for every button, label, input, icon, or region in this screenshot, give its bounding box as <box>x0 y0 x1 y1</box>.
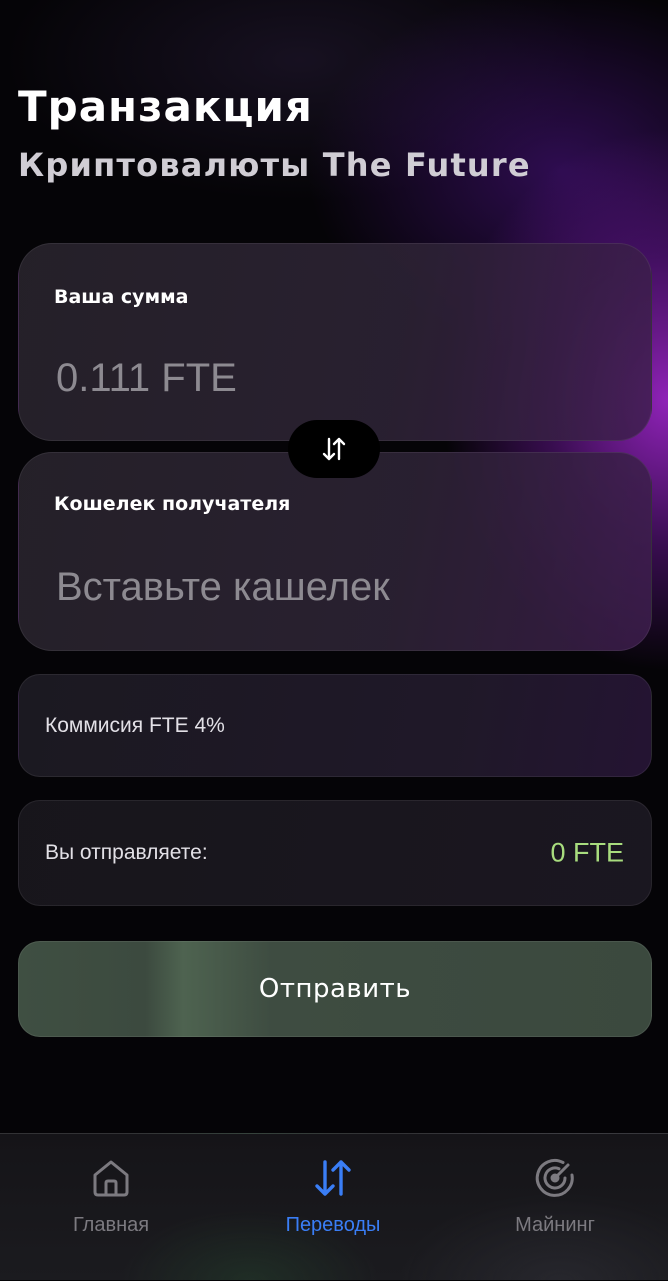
commission-row: Коммисия FTE 4% <box>18 674 652 777</box>
wallet-label: Кошелек получателя <box>54 493 291 515</box>
commission-text: Коммисия FTE 4% <box>45 713 225 737</box>
nav-item-home[interactable]: Главная <box>0 1134 222 1281</box>
amount-card: Ваша сумма <box>18 243 652 441</box>
nav-label-transfers: Переводы <box>285 1214 381 1236</box>
page-title: Транзакция <box>18 82 313 131</box>
send-summary-value: 0 FTE <box>550 837 624 868</box>
amount-label: Ваша сумма <box>54 286 189 308</box>
transfer-icon <box>315 1160 351 1196</box>
amount-input[interactable] <box>56 348 616 408</box>
wallet-input[interactable] <box>56 557 616 617</box>
home-icon <box>93 1160 129 1197</box>
radar-icon <box>535 1159 574 1197</box>
wallet-card: Кошелек получателя <box>18 452 652 651</box>
nav-label-mining: Майнинг <box>515 1214 595 1236</box>
nav-item-transfers[interactable]: Переводы <box>222 1134 444 1281</box>
swap-vertical-icon <box>322 437 346 461</box>
swap-button[interactable] <box>288 420 380 478</box>
bottom-nav: Главная Переводы Майнинг <box>0 1133 668 1280</box>
send-summary-label: Вы отправляете: <box>45 841 208 864</box>
nav-item-mining[interactable]: Майнинг <box>444 1134 666 1281</box>
nav-label-home: Главная <box>72 1214 150 1236</box>
page-subtitle: Криптовалюты The Future <box>18 146 531 184</box>
submit-button[interactable]: Отправить <box>18 941 652 1037</box>
send-summary-row: Вы отправляете: 0 FTE <box>18 800 652 906</box>
